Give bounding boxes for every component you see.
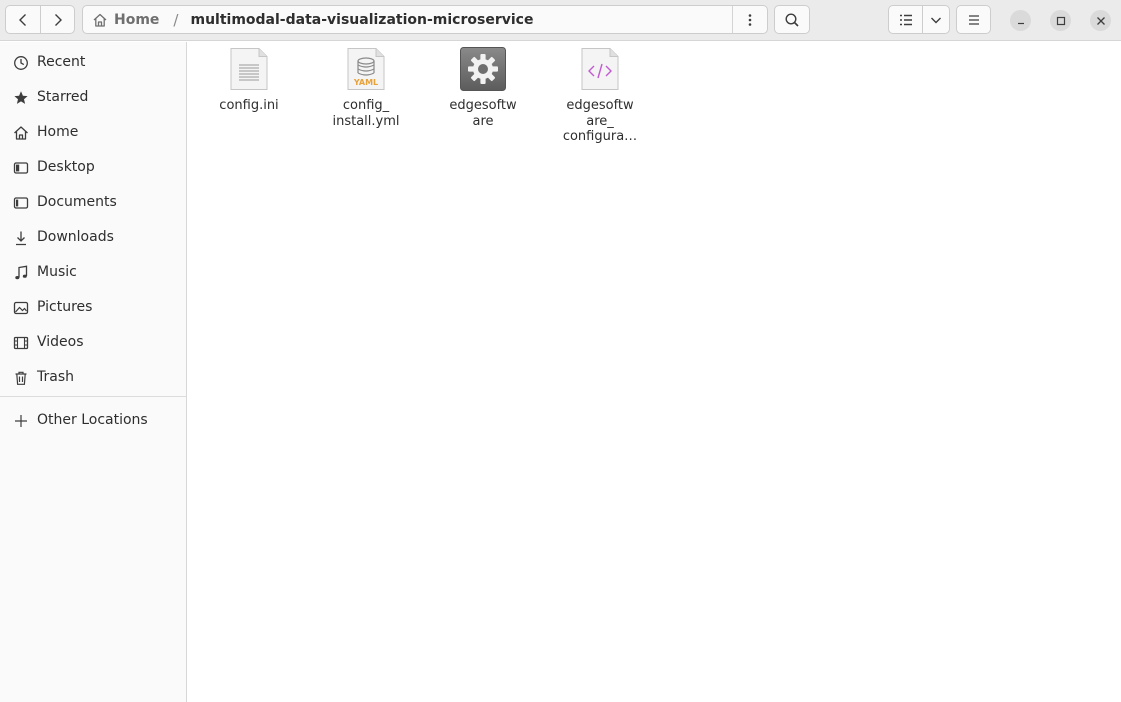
path-bar: Home / multimodal-data-visualization-mic… — [82, 5, 768, 34]
search-icon — [785, 12, 799, 27]
file-item[interactable]: YAML config_ install.yml — [316, 47, 416, 147]
sidebar-item-documents[interactable]: Documents — [0, 185, 186, 219]
minimize-icon — [1017, 22, 1024, 24]
chevron-down-icon — [931, 17, 941, 23]
path-menu-button[interactable] — [732, 6, 767, 33]
file-name: config_ install.yml — [332, 98, 400, 129]
yaml-file-icon: YAML — [347, 48, 385, 90]
sidebar-item-label: Desktop — [37, 159, 95, 175]
maximize-icon — [1056, 16, 1065, 25]
music-icon — [15, 265, 28, 280]
desktop-icon — [13, 162, 29, 174]
chevron-right-icon — [54, 13, 62, 26]
sidebar-item-home[interactable]: Home — [0, 115, 186, 149]
breadcrumb-home[interactable]: Home — [83, 6, 159, 33]
sidebar-item-label: Music — [37, 264, 77, 280]
trash-icon — [15, 371, 27, 385]
sidebar-item-label: Downloads — [37, 229, 114, 245]
list-view-icon — [899, 14, 912, 25]
sidebar-item-label: Documents — [37, 194, 117, 210]
sidebar-item-trash[interactable]: Trash — [0, 360, 186, 394]
executable-gear-icon — [460, 47, 506, 91]
close-icon — [1096, 16, 1105, 25]
sidebar-item-label: Starred — [37, 89, 89, 105]
maximize-button[interactable] — [1050, 10, 1071, 31]
vertical-dots-icon — [748, 13, 752, 26]
minimize-button[interactable] — [1010, 10, 1031, 31]
breadcrumb-separator: / — [173, 10, 179, 29]
close-button[interactable] — [1090, 10, 1111, 31]
hamburger-menu-icon — [968, 14, 979, 25]
sidebar: Recent Starred Home Desktop Documents Do… — [0, 42, 187, 702]
file-name: config.ini — [219, 98, 279, 113]
sidebar-item-downloads[interactable]: Downloads — [0, 220, 186, 254]
sidebar-item-label: Recent — [37, 54, 86, 70]
file-item[interactable]: config.ini — [199, 47, 299, 147]
file-manager-window: Home / multimodal-data-visualization-mic… — [0, 0, 1121, 702]
pictures-icon — [13, 301, 29, 315]
documents-icon — [13, 197, 29, 209]
file-name: edgesoftw are_ configura… — [562, 98, 638, 144]
home-icon — [93, 13, 107, 27]
search-button[interactable] — [774, 5, 810, 34]
list-view-button[interactable] — [888, 5, 923, 34]
clock-icon — [14, 56, 28, 70]
sidebar-item-pictures[interactable]: Pictures — [0, 290, 186, 324]
sidebar-item-videos[interactable]: Videos — [0, 325, 186, 359]
sidebar-item-label: Trash — [37, 369, 74, 385]
forward-button[interactable] — [40, 5, 75, 34]
sidebar-item-starred[interactable]: Starred — [0, 80, 186, 114]
download-icon — [16, 231, 26, 246]
videos-icon — [13, 336, 29, 350]
text-file-icon — [230, 48, 268, 90]
home-icon — [14, 126, 28, 140]
header-bar: Home / multimodal-data-visualization-mic… — [0, 0, 1121, 41]
file-item[interactable]: edgesoftw are_ configura… — [550, 47, 650, 147]
file-name: edgesoftw are — [449, 98, 517, 129]
chevron-left-icon — [19, 13, 26, 26]
sidebar-item-desktop[interactable]: Desktop — [0, 150, 186, 184]
breadcrumb-current-folder[interactable]: multimodal-data-visualization-microservi… — [190, 12, 533, 28]
file-item[interactable]: edgesoftw are — [433, 47, 533, 147]
sidebar-item-other-locations[interactable]: Other Locations — [0, 403, 186, 437]
view-options-dropdown[interactable] — [922, 5, 950, 34]
main-menu-button[interactable] — [956, 5, 991, 34]
sidebar-item-label: Home — [37, 124, 79, 140]
sidebar-item-label: Videos — [37, 334, 84, 350]
sidebar-divider — [0, 396, 186, 397]
back-button[interactable] — [5, 5, 41, 34]
xml-file-icon — [581, 48, 619, 90]
breadcrumb-home-label: Home — [114, 11, 160, 28]
sidebar-item-recent[interactable]: Recent — [0, 45, 186, 79]
sidebar-item-music[interactable]: Music — [0, 255, 186, 289]
plus-icon — [15, 415, 27, 427]
sidebar-item-label: Other Locations — [37, 412, 148, 428]
file-view[interactable]: config.ini YAML config_ install.yml edge… — [188, 42, 1121, 702]
star-icon — [14, 91, 28, 104]
svg-text:YAML: YAML — [353, 78, 378, 87]
sidebar-item-label: Pictures — [37, 299, 93, 315]
